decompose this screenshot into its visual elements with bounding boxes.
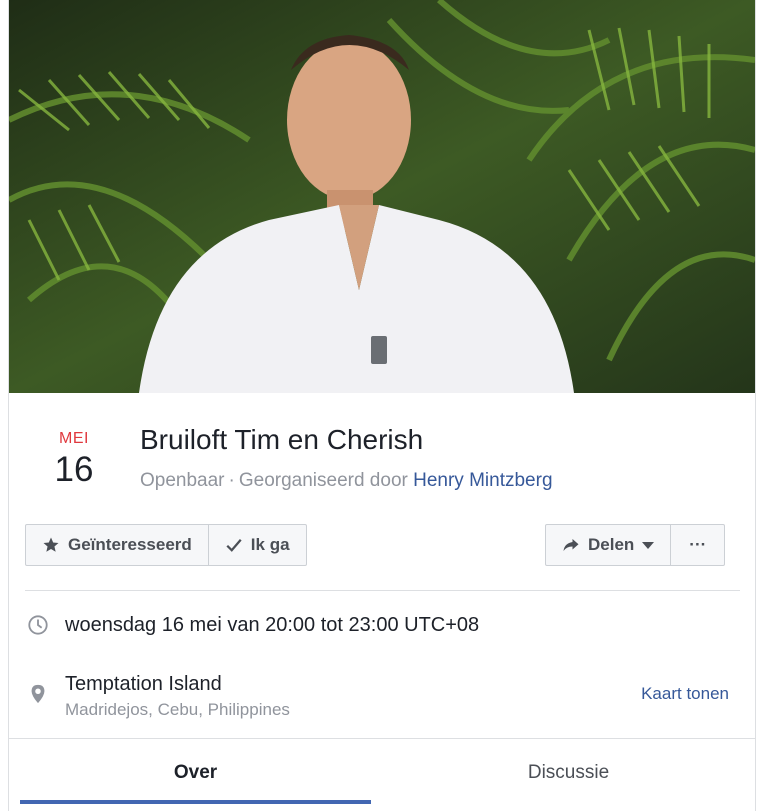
organizer-prefix: Georganiseerd door <box>238 470 408 491</box>
more-options-label: ··· <box>689 535 707 554</box>
rsvp-button-group: Geïnteresseerd Ik ga <box>25 524 307 566</box>
share-button[interactable]: Delen <box>546 525 670 565</box>
more-options-button[interactable]: ··· <box>670 525 724 565</box>
location-name[interactable]: Temptation Island <box>65 673 290 696</box>
event-time: woensdag 16 mei van 20:00 tot 23:00 UTC+… <box>65 614 480 636</box>
going-button[interactable]: Ik ga <box>207 525 306 565</box>
event-title: Bruiloft Tim en Cherish <box>140 424 424 455</box>
share-label: Delen <box>588 535 635 554</box>
event-month: MEI <box>59 430 89 447</box>
map-pin-icon <box>31 684 45 704</box>
star-icon <box>43 537 59 552</box>
subtitle-separator: · <box>228 470 235 491</box>
share-button-group: Delen ··· <box>545 524 726 566</box>
clock-icon <box>28 615 48 635</box>
event-tabs: Over Discussie <box>9 740 755 806</box>
going-label: Ik ga <box>250 535 290 554</box>
interested-label: Geïnteresseerd <box>68 535 192 554</box>
location-text: Temptation Island Madridejos, Cebu, Phil… <box>65 673 290 720</box>
tab-discussie[interactable]: Discussie <box>382 740 755 806</box>
chevron-down-icon <box>642 541 655 549</box>
event-time-row: woensdag 16 mei van 20:00 tot 23:00 UTC+… <box>27 614 479 637</box>
checkmark-icon <box>226 539 242 552</box>
event-day: 16 <box>54 450 94 489</box>
location-address: Madridejos, Cebu, Philippines <box>65 700 290 719</box>
interested-button[interactable]: Geïnteresseerd <box>26 525 208 565</box>
event-subtitle: Openbaar · Georganiseerd door Henry Mintzb… <box>140 470 553 492</box>
cover-photo[interactable] <box>9 0 755 393</box>
event-location-row: Temptation Island Madridejos, Cebu, Phil… <box>27 673 290 720</box>
event-privacy: Openbaar <box>140 470 225 491</box>
tabs-divider <box>9 738 755 739</box>
organizer-link[interactable]: Henry Mintzberg <box>413 470 552 491</box>
cover-photo-image <box>9 0 755 393</box>
tab-over[interactable]: Over <box>9 740 382 806</box>
share-arrow-icon <box>563 539 579 551</box>
section-divider <box>25 590 740 591</box>
show-map-link[interactable]: Kaart tonen <box>641 684 729 704</box>
event-date-block: MEI 16 <box>39 430 109 490</box>
event-card: MEI 16 Bruiloft Tim en Cherish Openbaar ·… <box>8 0 756 811</box>
